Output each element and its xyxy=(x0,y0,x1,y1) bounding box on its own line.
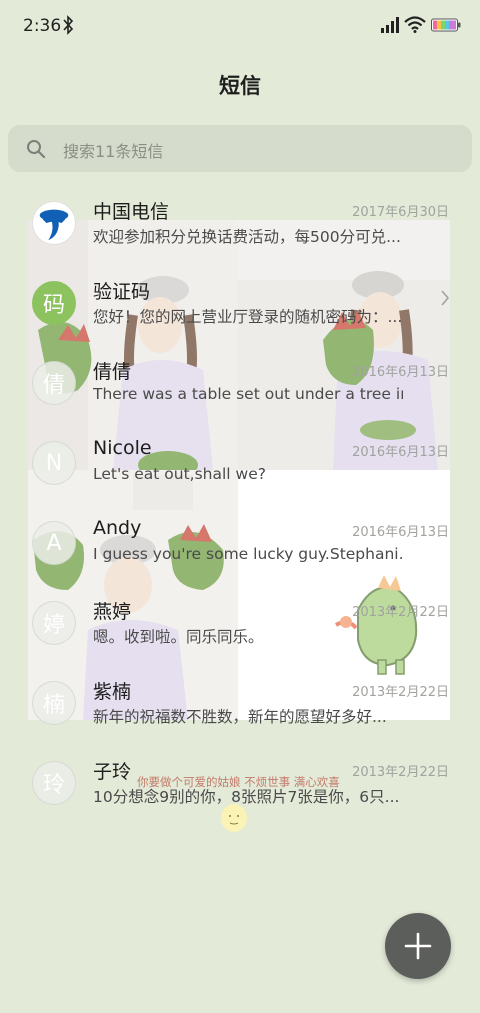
search-input[interactable]: 搜索11条短信 xyxy=(8,125,472,172)
message-preview: 嗯。收到啦。同乐同乐。 xyxy=(93,628,264,646)
sender-name: 验证码 xyxy=(93,281,151,303)
message-date: 2016年6月13日 xyxy=(352,525,449,540)
avatar: A xyxy=(32,521,76,565)
message-item[interactable]: A Andy 2016年6月13日 I guess you're some lu… xyxy=(0,517,480,601)
avatar: 倩 xyxy=(32,361,76,405)
message-date: 2017年6月30日 xyxy=(352,205,449,220)
search-placeholder: 搜索11条短信 xyxy=(63,142,164,161)
wifi-icon xyxy=(404,16,426,33)
bluetooth-icon xyxy=(63,15,74,35)
battery-icon xyxy=(431,18,461,32)
smiley-face-icon xyxy=(221,804,247,832)
message-preview: 您好！您的网上营业厅登录的随机密码为：... xyxy=(93,308,403,326)
avatar: 玲 xyxy=(32,761,76,805)
message-item[interactable]: 码 验证码 您好！您的网上营业厅登录的随机密码为：... xyxy=(0,281,480,361)
signal-icon xyxy=(381,17,399,33)
compose-button[interactable] xyxy=(385,913,451,979)
messages-screen: 2:36 短信 搜索11条短信 中国电信 2017年6月30日 欢迎参加积分兑换… xyxy=(0,0,480,1013)
message-item[interactable]: 倩 倩倩 2016年6月13日 There was a table set ou… xyxy=(0,361,480,441)
message-date: 2013年2月22日 xyxy=(352,685,449,700)
sender-name: 燕婷 xyxy=(93,601,132,623)
message-preview: There was a table set out under a tree i… xyxy=(93,385,403,403)
message-date: 2013年2月22日 xyxy=(352,605,449,620)
sender-name: 紫楠 xyxy=(93,681,132,703)
avatar: 婷 xyxy=(32,601,76,645)
message-preview: Let's eat out,shall we? xyxy=(93,465,266,483)
message-date: 2016年6月13日 xyxy=(352,445,449,460)
plus-icon xyxy=(404,932,432,960)
sender-name: Nicole xyxy=(93,437,152,459)
page-title: 短信 xyxy=(219,74,261,98)
avatar: 码 xyxy=(32,281,76,325)
status-bar: 2:36 xyxy=(0,0,480,52)
message-item[interactable]: 婷 燕婷 2013年2月22日 嗯。收到啦。同乐同乐。 xyxy=(0,601,480,681)
message-item[interactable]: 中国电信 2017年6月30日 欢迎参加积分兑换话费活动，每500分可兑... xyxy=(0,201,480,281)
message-preview: I guess you're some lucky guy.Stephani..… xyxy=(93,545,403,563)
message-preview: 新年的祝福数不胜数，新年的愿望好多好... xyxy=(93,708,387,726)
sender-name: Andy xyxy=(93,517,142,539)
watermark-text: 你要做个可爱的姑娘 不烦世事 满心欢喜 xyxy=(137,775,340,789)
sender-name: 中国电信 xyxy=(93,201,170,223)
message-item[interactable]: N Nicole 2016年6月13日 Let's eat out,shall … xyxy=(0,437,480,521)
sender-name: 倩倩 xyxy=(93,361,132,383)
sender-name: 子玲 xyxy=(93,761,132,783)
chevron-right-icon[interactable] xyxy=(440,289,450,307)
status-time: 2:36 xyxy=(23,16,62,36)
avatar: 楠 xyxy=(32,681,76,725)
china-telecom-logo xyxy=(32,201,76,245)
avatar: N xyxy=(32,441,76,485)
message-preview: 欢迎参加积分兑换话费活动，每500分可兑... xyxy=(93,228,401,246)
message-item[interactable]: 楠 紫楠 2013年2月22日 新年的祝福数不胜数，新年的愿望好多好... xyxy=(0,681,480,761)
message-date: 2013年2月22日 xyxy=(352,765,449,780)
message-date: 2016年6月13日 xyxy=(352,365,449,380)
search-icon xyxy=(27,140,46,159)
